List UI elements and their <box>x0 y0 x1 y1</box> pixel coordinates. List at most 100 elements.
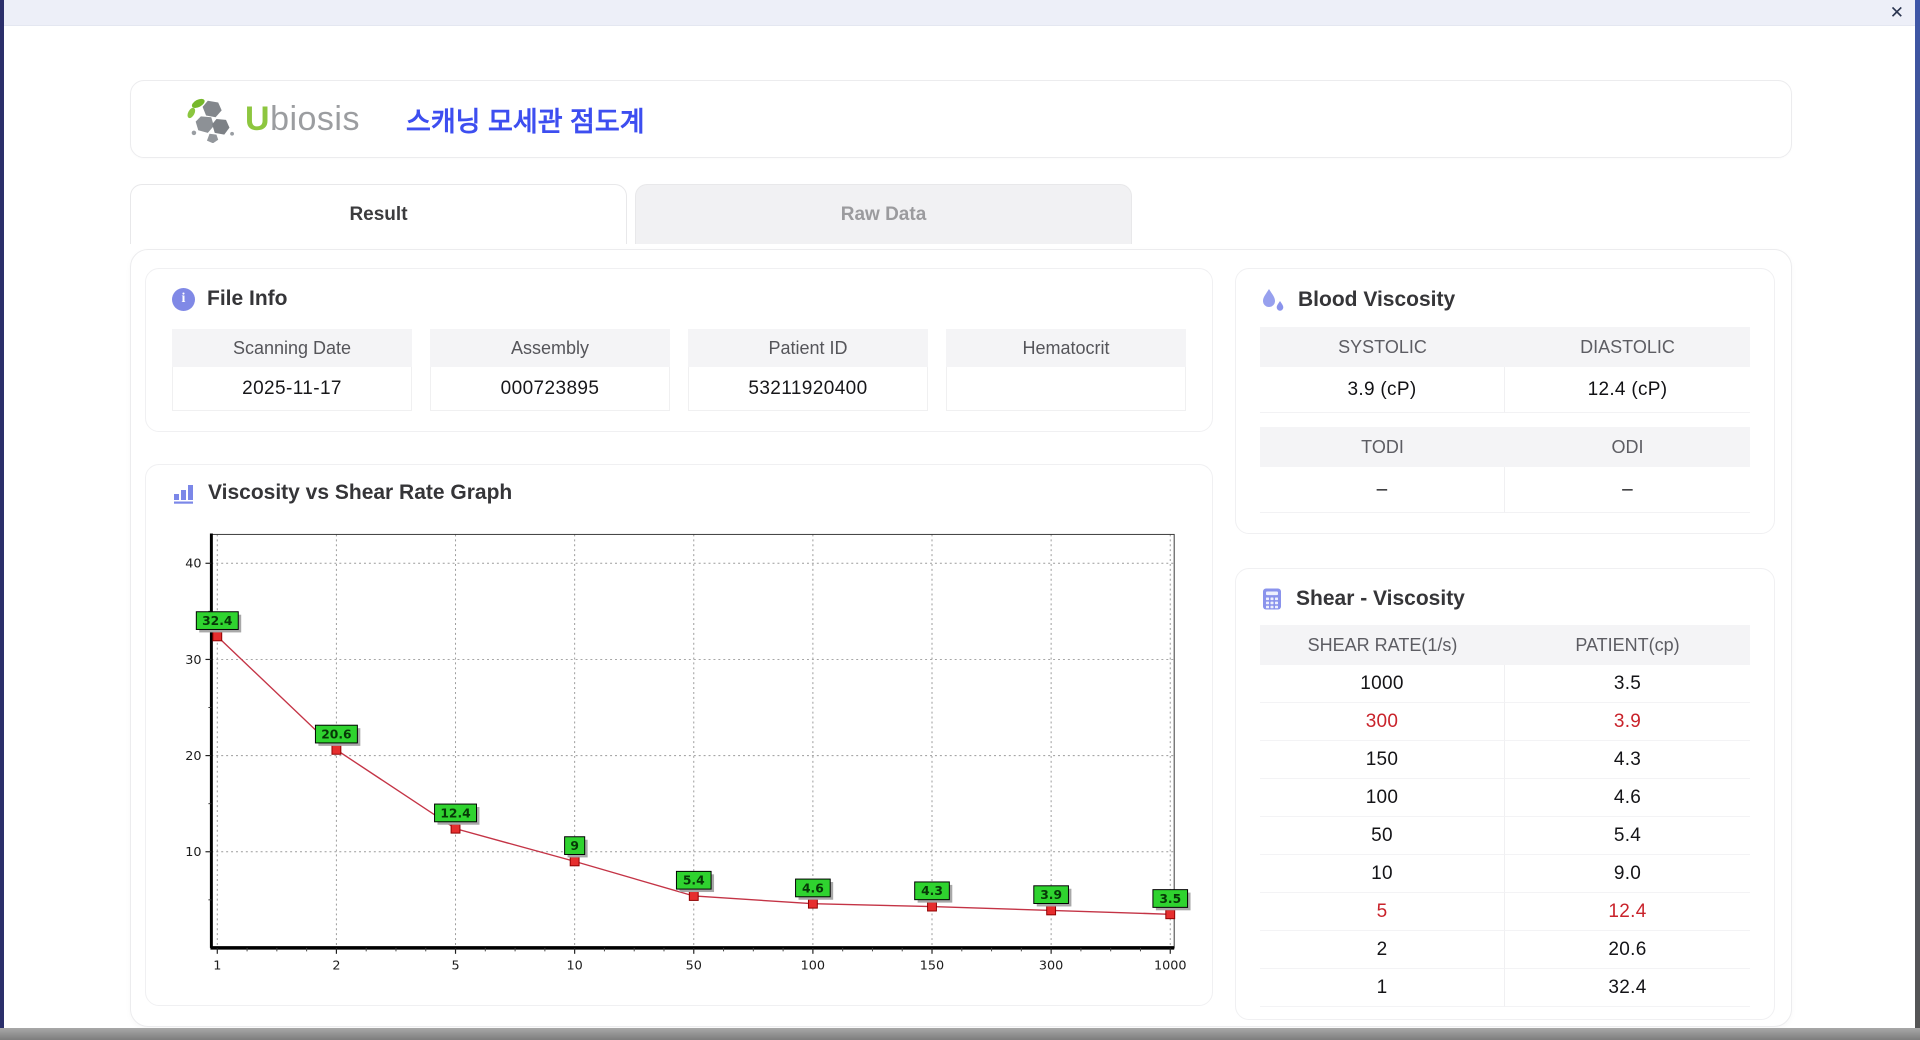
file-info-field-scanning-date: Scanning Date 2025-11-17 <box>172 329 412 411</box>
svg-text:10: 10 <box>567 959 583 974</box>
field-value: 2025-11-17 <box>172 367 412 411</box>
left-column: i File Info Scanning Date 2025-11-17 Assem… <box>145 268 1213 1010</box>
tab-raw-data[interactable]: Raw Data <box>635 184 1132 244</box>
right-column: Blood Viscosity SYSTOLIC DIASTOLIC 3.9 (cP… <box>1235 268 1775 1020</box>
bv-header-cell: TODI <box>1361 436 1404 457</box>
cell-patient-viscosity: 4.6 <box>1505 779 1750 817</box>
svg-text:20: 20 <box>185 749 201 764</box>
viscosity-graph-card: Viscosity vs Shear Rate Graph 10 20 30 40 1 2… <box>145 464 1213 1006</box>
cell-patient-viscosity: 20.6 <box>1505 931 1750 969</box>
viscosity-chart: 10 20 30 40 1 2 5 10 50 100 150 300 1000 32.4 20.6 12.4… <box>172 517 1191 987</box>
tab-bar: Result Raw Data <box>130 184 1792 244</box>
file-info-field-hematocrit: Hematocrit <box>946 329 1186 411</box>
graph-title: Viscosity vs Shear Rate Graph <box>208 481 513 504</box>
file-info-field-patient-id: Patient ID 53211920400 <box>688 329 928 411</box>
field-label: Scanning Date <box>172 329 412 367</box>
field-value <box>946 367 1186 411</box>
cell-patient-viscosity: 3.9 <box>1505 703 1750 741</box>
svg-text:9: 9 <box>570 839 579 853</box>
svg-text:10: 10 <box>185 845 201 860</box>
shear-viscosity-rows: 1000 3.5 300 3.9 150 4.3 100 4.6 50 5.4 10 9.0 5 12.4… <box>1260 665 1750 1007</box>
bar-chart-icon <box>174 485 193 504</box>
cell-shear-rate: 300 <box>1260 703 1505 741</box>
cell-shear-rate: 150 <box>1260 741 1505 779</box>
tab-result[interactable]: Result <box>130 184 627 244</box>
svg-text:2: 2 <box>332 959 340 974</box>
svg-text:1000: 1000 <box>1154 959 1187 974</box>
bv-value-cell: – <box>1505 467 1750 513</box>
shear-viscosity-title: Shear - Viscosity <box>1296 587 1465 610</box>
ubiosis-logo-icon <box>187 98 234 143</box>
bv-value-cell: 3.9 (cP) <box>1260 367 1505 413</box>
shear-viscosity-table: SHEAR RATE(1/s) PATIENT(cp) 1000 3.5 300 3.… <box>1260 625 1750 1007</box>
cell-patient-viscosity: 3.5 <box>1505 665 1750 703</box>
cell-shear-rate: 1000 <box>1260 665 1505 703</box>
svg-text:3.5: 3.5 <box>1159 892 1181 906</box>
svg-text:100: 100 <box>801 959 825 974</box>
column-header-patient: PATIENT(cp) <box>1575 634 1680 655</box>
cell-shear-rate: 50 <box>1260 817 1505 855</box>
table-row: 150 4.3 <box>1260 741 1750 779</box>
table-row: 100 4.6 <box>1260 779 1750 817</box>
file-info-title: File Info <box>207 287 288 310</box>
viscosity-chart-svg: 10 20 30 40 1 2 5 10 50 100 150 300 1000 32.4 20.6 12.4… <box>185 533 1191 974</box>
cell-shear-rate: 2 <box>1260 931 1505 969</box>
field-label: Patient ID <box>688 329 928 367</box>
blood-viscosity-table: SYSTOLIC DIASTOLIC 3.9 (cP) 12.4 (cP) TODI OD… <box>1260 327 1750 513</box>
table-row: 1 32.4 <box>1260 969 1750 1007</box>
svg-text:30: 30 <box>185 653 201 668</box>
field-value: 000723895 <box>430 367 670 411</box>
window-titlebar: ✕ <box>0 0 1920 26</box>
cell-patient-viscosity: 5.4 <box>1505 817 1750 855</box>
bv-value-row: 3.9 (cP) 12.4 (cP) <box>1260 367 1750 413</box>
cell-patient-viscosity: 12.4 <box>1505 893 1750 931</box>
cell-patient-viscosity: 4.3 <box>1505 741 1750 779</box>
result-panel: i File Info Scanning Date 2025-11-17 Assem… <box>130 249 1792 1027</box>
table-row: 10 9.0 <box>1260 855 1750 893</box>
cell-shear-rate: 100 <box>1260 779 1505 817</box>
svg-text:300: 300 <box>1039 959 1063 974</box>
svg-text:32.4: 32.4 <box>202 614 232 628</box>
close-icon[interactable]: ✕ <box>1890 2 1904 24</box>
svg-text:12.4: 12.4 <box>440 806 470 820</box>
file-info-field-assembly: Assembly 000723895 <box>430 329 670 411</box>
field-label: Hematocrit <box>946 329 1186 367</box>
bv-value-cell: – <box>1260 467 1505 513</box>
blood-viscosity-card: Blood Viscosity SYSTOLIC DIASTOLIC 3.9 (cP… <box>1235 268 1775 534</box>
table-row: 5 12.4 <box>1260 893 1750 931</box>
cell-shear-rate: 5 <box>1260 893 1505 931</box>
svg-text:20.6: 20.6 <box>321 728 351 742</box>
column-header-shear-rate: SHEAR RATE(1/s) <box>1307 634 1458 655</box>
app-page: Ubiosis 스캐닝 모세관 점도계 Result Raw Data i Fi… <box>0 26 1920 1028</box>
app-header: Ubiosis 스캐닝 모세관 점도계 <box>130 80 1792 158</box>
file-info-card: i File Info Scanning Date 2025-11-17 Assem… <box>145 268 1213 432</box>
logo-wordmark: Ubiosis <box>245 99 360 138</box>
table-row: 300 3.9 <box>1260 703 1750 741</box>
shear-viscosity-header-row: SHEAR RATE(1/s) PATIENT(cp) <box>1260 625 1750 665</box>
bv-header-cell: DIASTOLIC <box>1580 336 1675 357</box>
svg-text:5: 5 <box>451 959 459 974</box>
file-info-fields: Scanning Date 2025-11-17 Assembly 000723895… <box>172 329 1186 411</box>
field-label: Assembly <box>430 329 670 367</box>
page-title: 스캐닝 모세관 점도계 <box>406 106 645 137</box>
bv-header-cell: SYSTOLIC <box>1338 336 1427 357</box>
bv-value-row: – – <box>1260 467 1750 513</box>
table-row: 1000 3.5 <box>1260 665 1750 703</box>
cell-patient-viscosity: 32.4 <box>1505 969 1750 1007</box>
bv-header-row: SYSTOLIC DIASTOLIC <box>1260 327 1750 367</box>
shear-viscosity-card: Shear - Viscosity SHEAR RATE(1/s) PATIEN… <box>1235 568 1775 1020</box>
blood-viscosity-title: Blood Viscosity <box>1298 288 1456 311</box>
ubiosis-logo: Ubiosis <box>187 95 360 143</box>
table-row: 50 5.4 <box>1260 817 1750 855</box>
window-border-right <box>1915 0 1920 1028</box>
bv-header-row: TODI ODI <box>1260 427 1750 467</box>
info-icon: i <box>172 287 195 311</box>
svg-text:5.4: 5.4 <box>683 874 705 888</box>
window-border-left <box>0 0 4 1028</box>
svg-text:50: 50 <box>686 959 702 974</box>
svg-text:4.3: 4.3 <box>921 884 943 898</box>
blood-drops-icon <box>1263 289 1284 311</box>
svg-text:150: 150 <box>920 959 944 974</box>
window-bottom-bar <box>0 1028 1920 1040</box>
svg-text:40: 40 <box>185 557 201 572</box>
